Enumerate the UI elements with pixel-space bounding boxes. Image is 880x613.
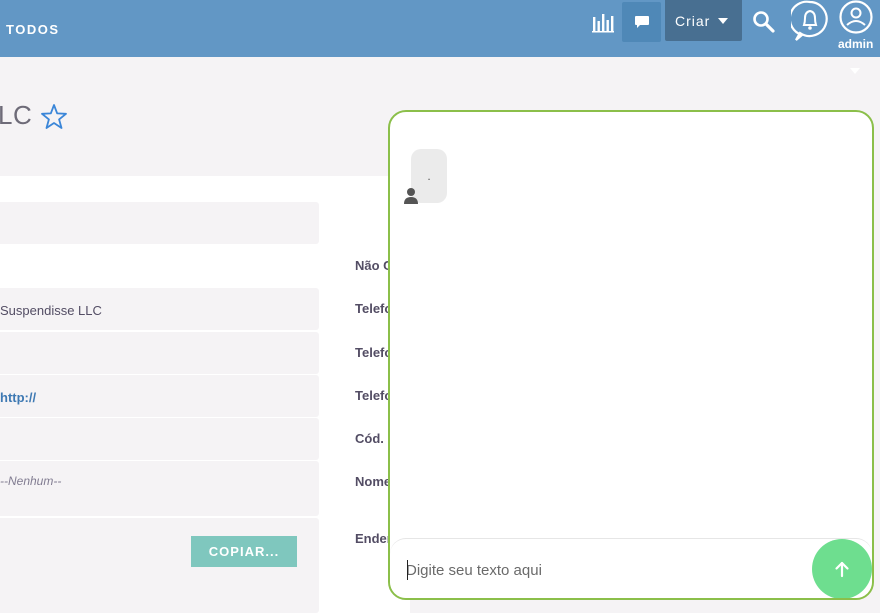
page-title: LC: [0, 100, 33, 130]
create-button[interactable]: Criar: [665, 0, 742, 41]
user-menu-chevron-icon[interactable]: [850, 68, 860, 74]
bar-chart-icon[interactable]: [589, 8, 617, 36]
field-value-3[interactable]: [0, 332, 319, 374]
favorite-star-icon[interactable]: [40, 103, 68, 131]
chat-message-text: .: [427, 169, 431, 183]
search-icon[interactable]: [750, 8, 778, 36]
field-value-none-select[interactable]: --Nenhum--: [0, 461, 319, 516]
arrow-up-icon: [835, 561, 849, 578]
field-value-5[interactable]: [0, 418, 319, 460]
chat-message-input[interactable]: [406, 560, 806, 580]
user-icon[interactable]: [836, 0, 876, 34]
chat-icon[interactable]: [622, 2, 661, 42]
user-avatar-icon: [403, 187, 419, 204]
field-value-website-link[interactable]: http://: [0, 375, 319, 417]
field-value-account-name[interactable]: Suspendisse LLC: [0, 288, 319, 330]
chat-widget: .: [388, 110, 874, 600]
create-button-label: Criar: [675, 12, 711, 29]
top-navigation-bar: TODOS Criar admin: [0, 0, 880, 57]
chevron-down-icon: [718, 17, 729, 24]
copy-button[interactable]: COPIAR...: [191, 536, 297, 567]
field-value-1[interactable]: [0, 202, 319, 244]
send-button[interactable]: [812, 539, 872, 598]
user-name-label[interactable]: admin: [838, 37, 873, 51]
bell-icon[interactable]: [791, 0, 829, 42]
text-cursor: [407, 560, 408, 580]
nav-all-menu[interactable]: TODOS: [6, 22, 60, 37]
